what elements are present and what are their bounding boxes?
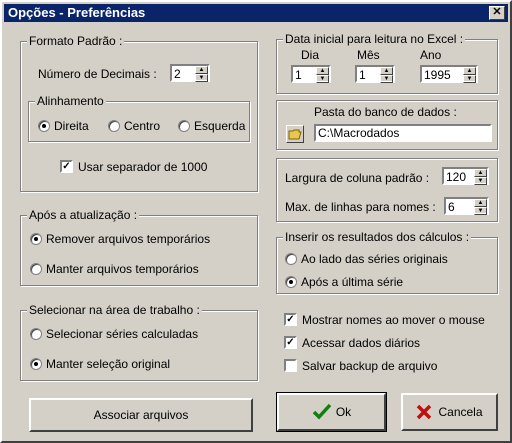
- ano-stepper[interactable]: 1995 ▲ ▼: [420, 65, 478, 83]
- salvar-backup-checkbox[interactable]: [284, 359, 297, 372]
- checkmark-icon: [312, 403, 332, 420]
- spin-down-icon[interactable]: ▼: [474, 207, 487, 215]
- salvar-backup-label[interactable]: Salvar backup de arquivo: [302, 359, 437, 373]
- decimais-value: 2: [174, 67, 181, 81]
- radio-direita[interactable]: [38, 120, 50, 132]
- radio-selecionar-series[interactable]: [30, 328, 42, 340]
- mes-label: Mês: [357, 48, 380, 62]
- dia-value: 1: [295, 68, 302, 82]
- spin-up-icon[interactable]: ▲: [474, 169, 487, 177]
- decimais-stepper[interactable]: 2 ▲ ▼: [170, 64, 210, 82]
- decimais-label: Número de Decimais :: [38, 67, 157, 81]
- max-linhas-label: Max. de linhas para nomes :: [285, 200, 436, 214]
- alinhamento-group: Alinhamento: [28, 94, 250, 142]
- window-title: Opções - Preferências: [8, 5, 146, 20]
- spin-down-icon[interactable]: ▼: [195, 74, 208, 82]
- dia-label: Dia: [301, 48, 320, 62]
- radio-manter-temporarios[interactable]: [30, 263, 42, 275]
- spin-up-icon[interactable]: ▲: [316, 67, 329, 75]
- radio-centro[interactable]: [108, 120, 120, 132]
- radio-esquerda-label[interactable]: Esquerda: [194, 119, 245, 133]
- spin-down-icon[interactable]: ▼: [463, 75, 476, 83]
- cancel-button[interactable]: Cancela: [401, 393, 498, 431]
- largura-label: Largura de coluna padrão :: [285, 171, 430, 185]
- radio-apos-ultima[interactable]: [285, 276, 297, 288]
- spin-down-icon[interactable]: ▼: [474, 177, 487, 185]
- radio-apos-ultima-label[interactable]: Após a última série: [301, 275, 403, 289]
- spin-up-icon[interactable]: ▲: [195, 66, 208, 74]
- data-inicial-legend: Data inicial para leitura no Excel :: [283, 32, 466, 46]
- ano-label: Ano: [420, 48, 442, 62]
- radio-remover-temporarios[interactable]: [30, 233, 42, 245]
- mostrar-nomes-label[interactable]: Mostrar nomes ao mover o mouse: [302, 313, 485, 327]
- max-linhas-value: 6: [448, 200, 455, 214]
- title-bar: Opções - Preferências ✕: [4, 4, 508, 22]
- radio-direita-label[interactable]: Direita: [54, 119, 89, 133]
- spin-up-icon[interactable]: ▲: [380, 67, 393, 75]
- associar-arquivos-label: Associar arquivos: [93, 408, 189, 422]
- acessar-diarios-label[interactable]: Acessar dados diários: [302, 336, 420, 350]
- inserir-legend: Inserir os resultados dos cálculos :: [283, 230, 472, 244]
- acessar-diarios-checkbox[interactable]: ✓: [284, 336, 297, 349]
- cancel-label: Cancela: [438, 405, 483, 419]
- dia-stepper[interactable]: 1 ▲ ▼: [291, 65, 331, 83]
- radio-centro-label[interactable]: Centro: [124, 119, 160, 133]
- close-button[interactable]: ✕: [489, 6, 505, 20]
- formato-padrao-legend: Formato Padrão :: [27, 34, 125, 48]
- radio-manter-selecao-label[interactable]: Manter seleção original: [46, 357, 170, 371]
- mes-stepper[interactable]: 1 ▲ ▼: [355, 65, 395, 83]
- max-linhas-stepper[interactable]: 6 ▲ ▼: [444, 197, 489, 215]
- preferences-dialog: Opções - Preferências ✕ Formato Padrão :…: [0, 0, 512, 443]
- radio-remover-label[interactable]: Remover arquivos temporários: [46, 232, 210, 246]
- radio-manter-selecao[interactable]: [30, 358, 42, 370]
- close-icon: ✕: [492, 6, 502, 18]
- associar-arquivos-button[interactable]: Associar arquivos: [29, 398, 253, 432]
- radio-ao-lado[interactable]: [285, 253, 297, 265]
- data-inicial-group: Data inicial para leitura no Excel :: [276, 32, 498, 94]
- mes-value: 1: [359, 68, 366, 82]
- radio-ao-lado-label[interactable]: Ao lado das séries originais: [301, 252, 448, 266]
- spin-down-icon[interactable]: ▼: [380, 75, 393, 83]
- radio-manter-label[interactable]: Manter arquivos temporários: [46, 262, 199, 276]
- spin-up-icon[interactable]: ▲: [463, 67, 476, 75]
- radio-selecionar-label[interactable]: Selecionar séries calculadas: [46, 327, 198, 341]
- spin-up-icon[interactable]: ▲: [474, 199, 487, 207]
- separador-label[interactable]: Usar separador de 1000: [78, 160, 207, 174]
- mostrar-nomes-checkbox[interactable]: ✓: [284, 313, 297, 326]
- pasta-label: Pasta do banco de dados :: [314, 105, 457, 119]
- ok-label: Ok: [335, 405, 352, 419]
- radio-esquerda[interactable]: [178, 120, 190, 132]
- pasta-input[interactable]: C:\Macrodados: [314, 124, 492, 142]
- separador-checkbox[interactable]: ✓: [60, 160, 73, 173]
- cancel-x-icon: [417, 404, 432, 420]
- ano-value: 1995: [424, 68, 451, 82]
- alinhamento-legend: Alinhamento: [35, 94, 106, 108]
- folder-icon[interactable]: [286, 125, 304, 143]
- apos-atualizacao-legend: Após a atualização :: [27, 208, 140, 222]
- spin-down-icon[interactable]: ▼: [316, 75, 329, 83]
- largura-stepper[interactable]: 120 ▲ ▼: [442, 167, 489, 185]
- largura-value: 120: [446, 170, 467, 184]
- selecionar-legend: Selecionar na área de trabalho :: [27, 303, 202, 317]
- ok-button[interactable]: Ok: [276, 392, 387, 432]
